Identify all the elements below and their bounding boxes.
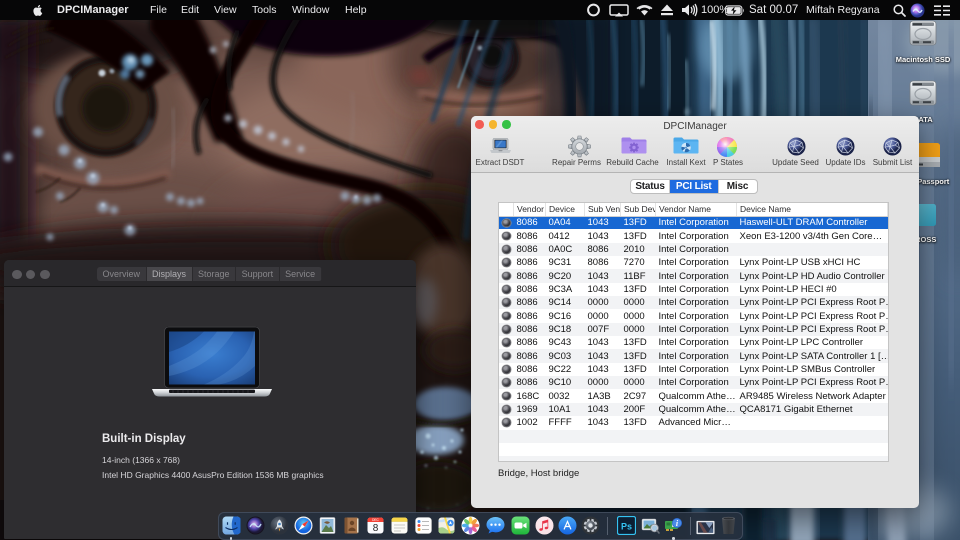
svg-text:8: 8 — [372, 523, 378, 534]
svg-text:Ps: Ps — [621, 522, 632, 532]
svg-text:DEC: DEC — [372, 518, 379, 522]
